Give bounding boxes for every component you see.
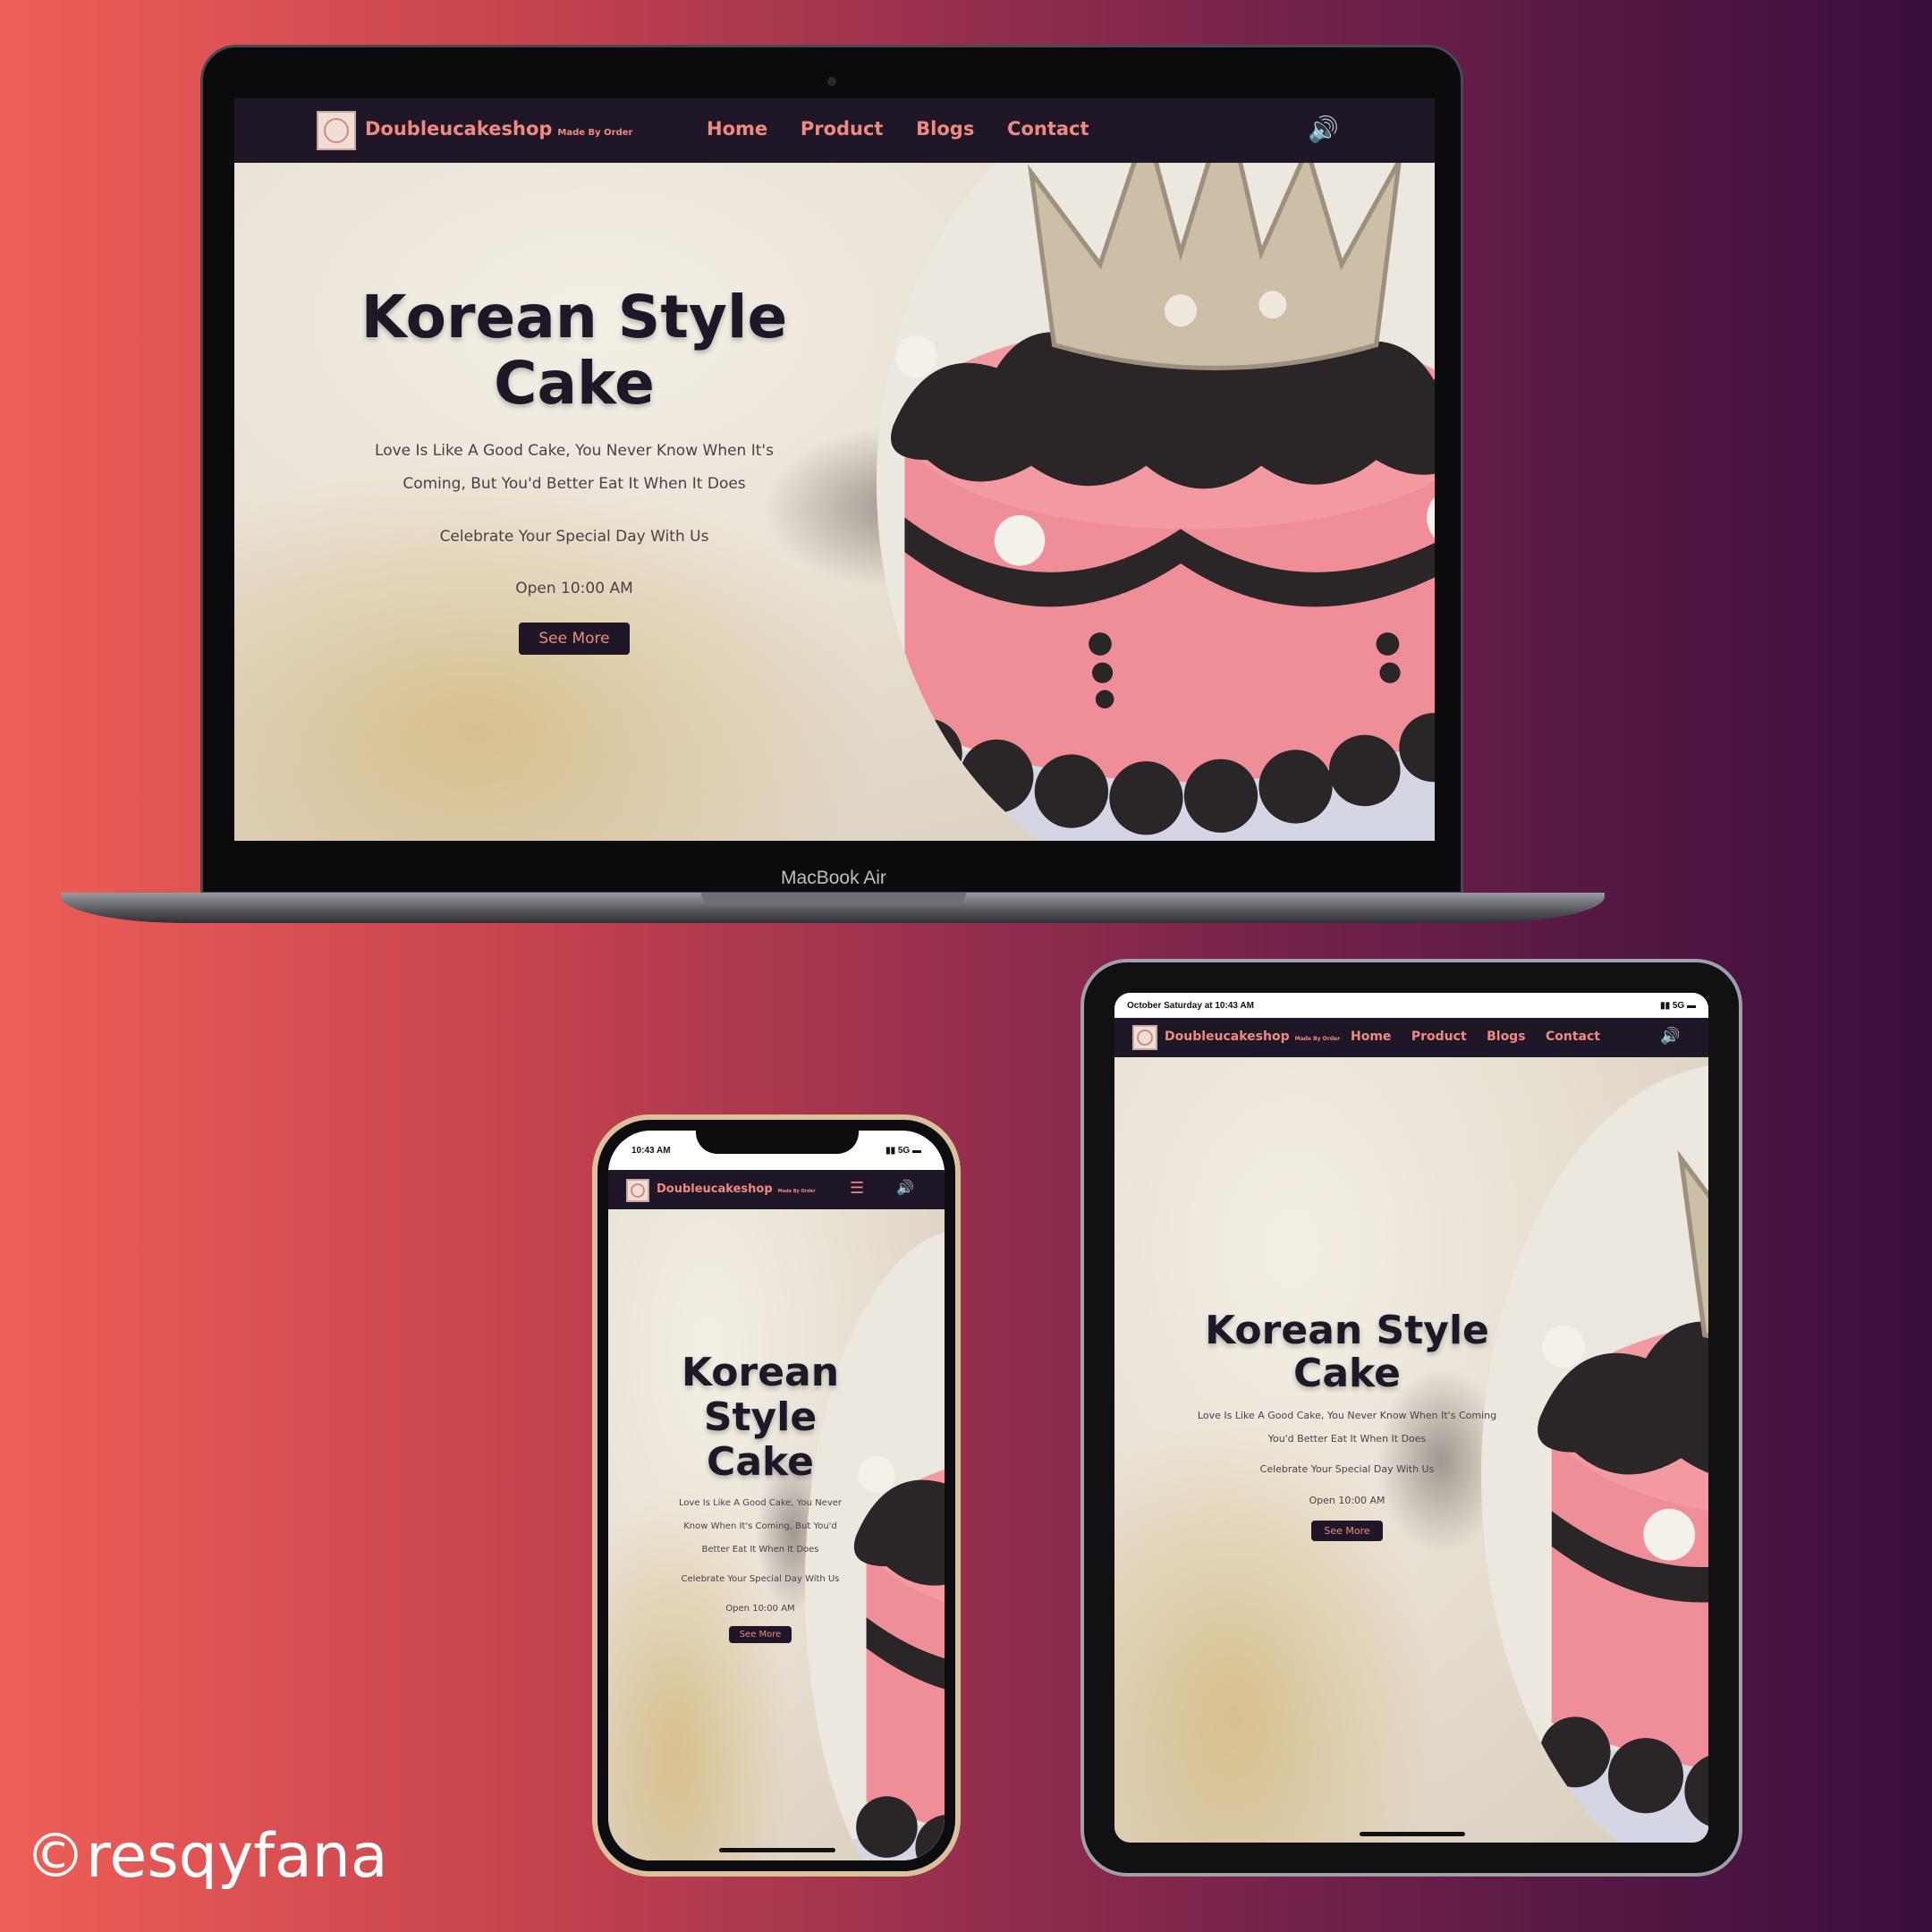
hero-quote-line1: Love Is Like A Good Cake, You Never — [678, 1498, 843, 1508]
brand-label: Doubleucakeshop — [1165, 1030, 1290, 1044]
nav-menu: Home Product Blogs Contact — [707, 118, 1089, 140]
hero-title-line2: Cake — [494, 349, 655, 418]
hero-title-line2: Style — [703, 1394, 818, 1440]
hero-title-line2: Cake — [1293, 1351, 1401, 1396]
hero-quote-line1: Love Is Like A Good Cake, You Never Know… — [1197, 1410, 1497, 1421]
signal-label: 5G — [897, 1145, 911, 1156]
tablet-screen: October Saturday at 10:43 AM ▮▮ 5G ▬ Dou… — [1114, 993, 1708, 1843]
hero-quote-line3: Better Eat It When It Does — [701, 1545, 819, 1555]
brand-name[interactable]: Doubleucakeshop Made By Order — [365, 118, 632, 140]
brand-tagline: Made By Order — [777, 1189, 816, 1194]
cake-image — [1481, 1064, 1708, 1843]
hero-open-hours: Open 10:00 AM — [725, 1604, 795, 1614]
brand-label: Doubleucakeshop — [365, 118, 553, 140]
navbar: Doubleucakeshop Made By Order Home Produc… — [234, 98, 1435, 163]
see-more-button[interactable]: See More — [728, 1626, 792, 1643]
nav-home[interactable]: Home — [707, 118, 767, 140]
status-time: October Saturday at 10:43 AM — [1127, 1000, 1254, 1011]
nav-contact[interactable]: Contact — [1007, 118, 1089, 140]
hero-title-line1: Korean — [681, 1350, 840, 1395]
hero-open-hours: Open 10:00 AM — [515, 580, 633, 597]
status-signal: ▮▮ 5G ▬ — [1660, 1000, 1696, 1011]
hero-content: Korean Style Cake Love Is Like A Good Ca… — [342, 284, 807, 655]
speaker-icon[interactable]: 🔊 — [1308, 114, 1339, 144]
hero-quote: Love Is Like A Good Cake, You Never Know… — [1186, 1404, 1508, 1451]
see-more-button[interactable]: See More — [1311, 1521, 1383, 1541]
hero-title-line1: Korean Style — [360, 283, 788, 352]
laptop-model-label: MacBook Air — [781, 868, 886, 888]
home-indicator[interactable] — [1360, 1832, 1465, 1836]
nav-home[interactable]: Home — [1351, 1030, 1391, 1044]
nav-product[interactable]: Product — [801, 118, 884, 140]
hero-celebrate: Celebrate Your Special Day With Us — [439, 528, 709, 546]
nav-blogs[interactable]: Blogs — [1487, 1030, 1525, 1044]
hero-celebrate: Celebrate Your Special Day With Us — [681, 1574, 840, 1584]
navbar: Doubleucakeshop Made By Order ☰ 🔊 — [608, 1170, 945, 1209]
nav-menu: Home Product Blogs Contact — [1351, 1030, 1600, 1044]
speaker-icon[interactable]: 🔊 — [896, 1179, 914, 1196]
cake-logo-icon[interactable] — [317, 111, 356, 150]
brand-name[interactable]: Doubleucakeshop Made By Order — [1165, 1030, 1340, 1044]
brand-tagline: Made By Order — [557, 128, 633, 138]
hero-content: Korean Style Cake Love Is Like A Good Ca… — [1186, 1309, 1508, 1541]
brand-label: Doubleucakeshop — [657, 1182, 773, 1196]
hero-title-line3: Cake — [707, 1439, 814, 1485]
laptop-hinge-notch — [701, 893, 966, 905]
hero-title: Korean Style Cake — [342, 284, 807, 417]
nav-blogs[interactable]: Blogs — [916, 118, 974, 140]
hero-title-line1: Korean Style — [1205, 1308, 1489, 1353]
hero-celebrate: Celebrate Your Special Day With Us — [1259, 1463, 1435, 1475]
hero-open-hours: Open 10:00 AM — [1309, 1495, 1385, 1506]
nav-contact[interactable]: Contact — [1546, 1030, 1600, 1044]
watermark: ©resqyfana — [25, 1821, 388, 1892]
phone-notch — [696, 1123, 859, 1154]
phone-screen: 10:43 AM ▮▮ 5G ▬ Doubleucakeshop Made By … — [608, 1131, 945, 1860]
navbar: Doubleucakeshop Made By Order Home Produc… — [1114, 1018, 1708, 1057]
hero-content: Korean Style Cake Love Is Like A Good Ca… — [653, 1351, 868, 1643]
status-bar: October Saturday at 10:43 AM ▮▮ 5G ▬ — [1114, 993, 1708, 1018]
speaker-icon[interactable]: 🔊 — [1660, 1027, 1680, 1046]
status-time: 10:43 AM — [631, 1145, 671, 1156]
nav-product[interactable]: Product — [1411, 1030, 1467, 1044]
cake-image — [877, 98, 1435, 841]
brand-name[interactable]: Doubleucakeshop Made By Order — [657, 1182, 816, 1196]
brand-tagline: Made By Order — [1294, 1036, 1341, 1042]
signal-label: 5G — [1672, 1000, 1685, 1011]
cake-logo-icon[interactable] — [626, 1179, 649, 1202]
hero-title: Korean Style Cake — [653, 1351, 868, 1485]
hero-quote: Love Is Like A Good Cake, You Never Know… — [342, 435, 807, 501]
hero-quote-line1: Love Is Like A Good Cake, You Never Know… — [375, 442, 774, 460]
hamburger-menu-icon[interactable]: ☰ — [850, 1179, 864, 1198]
hero-quote-line2: You'd Better Eat It When It Does — [1267, 1433, 1427, 1445]
hero-title: Korean Style Cake — [1186, 1309, 1508, 1395]
home-indicator[interactable] — [719, 1848, 835, 1852]
hero-quote: Love Is Like A Good Cake, You Never Know… — [653, 1492, 868, 1562]
cake-logo-icon[interactable] — [1132, 1025, 1157, 1050]
camera-icon — [827, 77, 836, 86]
hero-quote-line2: Coming, But You'd Better Eat It When It … — [402, 475, 746, 493]
status-signal: ▮▮ 5G ▬ — [886, 1145, 921, 1156]
laptop-screen: Doubleucakeshop Made By Order Home Produc… — [234, 98, 1435, 841]
hero-quote-line2: Know When It's Coming, But You'd — [683, 1521, 837, 1531]
see-more-button[interactable]: See More — [519, 623, 630, 655]
